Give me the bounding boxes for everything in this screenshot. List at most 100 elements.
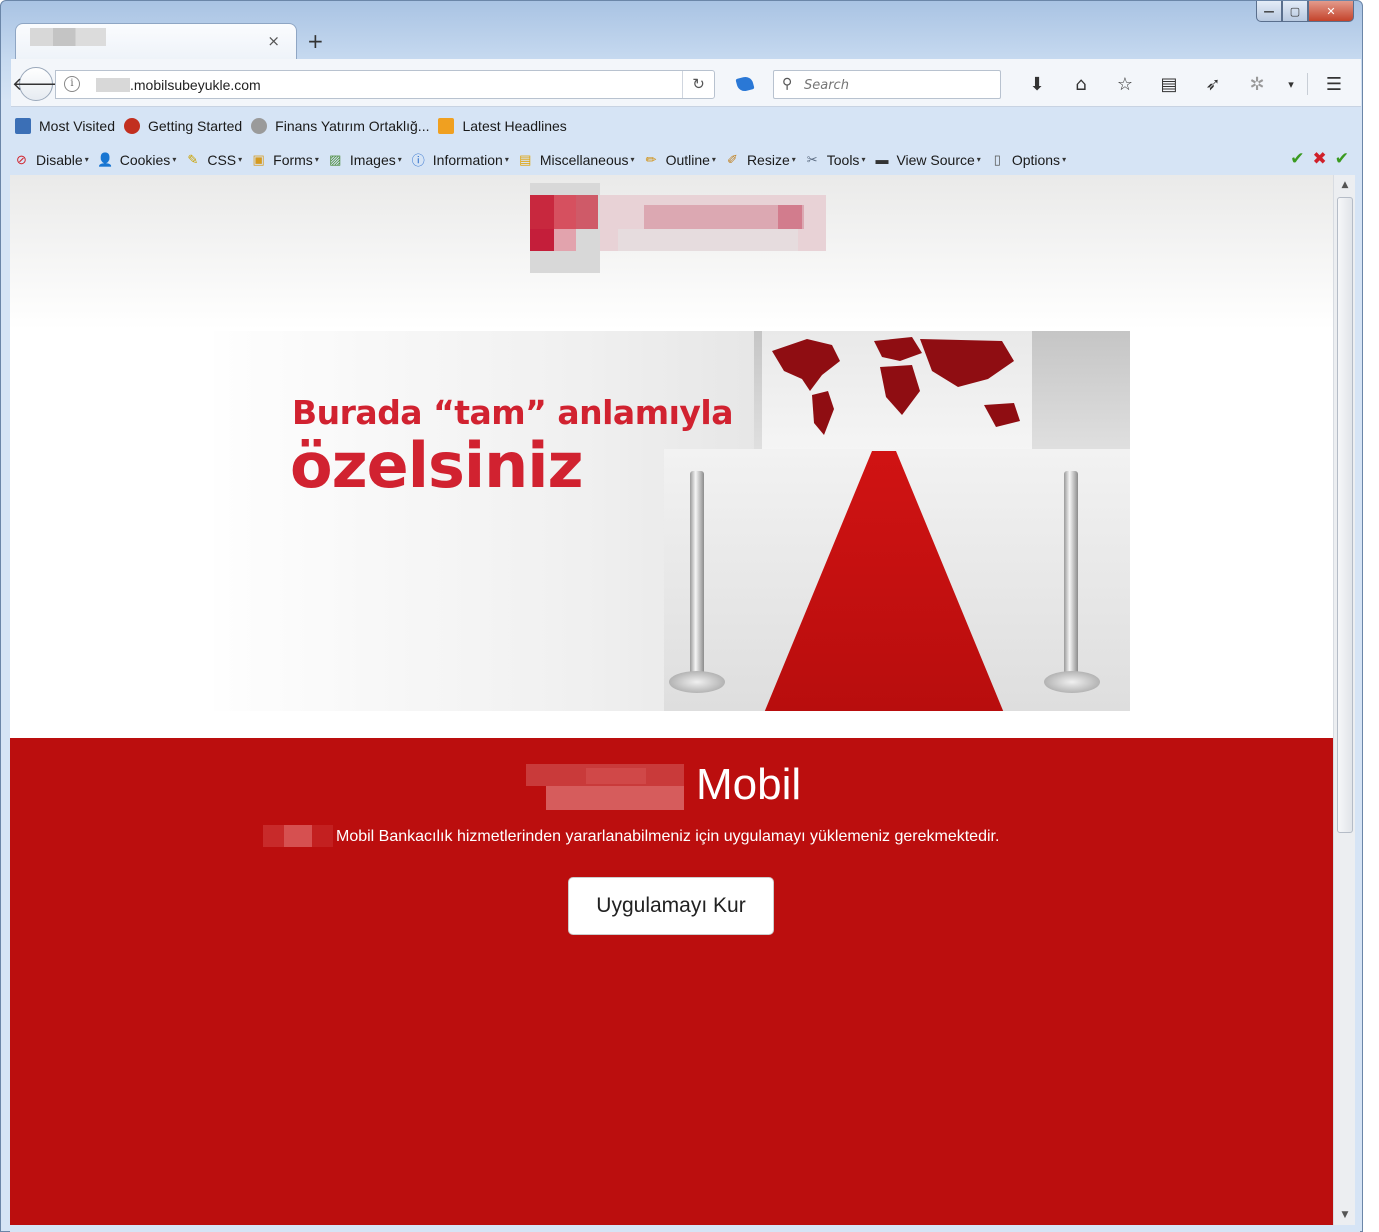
most-visited-icon: [15, 118, 31, 134]
menu-forms[interactable]: ▣ Forms ▾: [250, 151, 319, 168]
search-bar[interactable]: ⚲: [773, 70, 1001, 99]
url-text: .mobilsubeyukle.com: [130, 77, 261, 93]
banner-headline-line1: Burada “tam” anlamıyla: [292, 393, 734, 432]
chevron-down-icon: ▾: [791, 155, 796, 164]
menu-view-source[interactable]: ▬ View Source ▾: [873, 151, 980, 168]
install-app-button[interactable]: Uygulamayı Kur: [568, 877, 774, 935]
menu-miscellaneous[interactable]: ▤ Miscellaneous ▾: [517, 151, 634, 168]
menu-images[interactable]: ▨ Images ▾: [327, 151, 402, 168]
browser-tab[interactable]: ×: [15, 23, 297, 59]
close-window-button[interactable]: ✕: [1308, 1, 1354, 22]
menu-resize[interactable]: ✐ Resize ▾: [724, 151, 796, 168]
app-install-section: Mobil Mobil Bankacılık hizmetlerinden ya…: [10, 738, 1333, 1225]
validation-status: ✔ ✖ ✔: [1290, 149, 1349, 169]
site-info-icon[interactable]: i: [64, 76, 80, 92]
home-icon[interactable]: ⌂: [1059, 74, 1103, 95]
menu-label: Options: [1011, 151, 1061, 168]
chevron-down-icon: ▾: [172, 155, 177, 164]
cookies-icon: 👤: [97, 151, 114, 167]
url-redacted: [96, 78, 130, 92]
bookmark-finans[interactable]: Finans Yatırım Ortaklığ...: [251, 118, 429, 134]
web-developer-toolbar: ⊘ Disable ▾ 👤 Cookies ▾ ✎ CSS ▾ ▣ Forms ▾ ▨ Image…: [11, 143, 1361, 176]
chevron-down-icon: ▾: [1062, 155, 1067, 164]
pocket-icon[interactable]: [735, 75, 755, 93]
bookmark-label: Latest Headlines: [462, 118, 567, 134]
bookmark-most-visited[interactable]: Most Visited: [15, 118, 115, 134]
send-icon[interactable]: ➶: [1191, 74, 1235, 95]
scroll-up-icon[interactable]: ▲: [1334, 175, 1356, 195]
search-icon: ⚲: [782, 76, 793, 92]
check-icon[interactable]: ✔: [1335, 149, 1349, 169]
navigation-bar: 🡐 i .mobilsubeyukle.com ↻ ⚲ ⬇ ⌂ ☆ ▤ ➶ ✲ …: [11, 59, 1361, 107]
information-icon: ⓘ: [411, 153, 425, 168]
menu-label: Cookies: [119, 151, 171, 168]
chevron-down-icon: ▾: [238, 155, 243, 164]
menu-icon[interactable]: ☰: [1312, 74, 1356, 95]
url-bar[interactable]: i .mobilsubeyukle.com ↻: [55, 70, 715, 99]
title-bar: — ▢ ✕ × +: [1, 1, 1362, 59]
vertical-scrollbar[interactable]: ▲ ▼: [1333, 175, 1355, 1225]
toolbar-icons: ⬇ ⌂ ☆ ▤ ➶ ✲ ▾ ☰: [1015, 69, 1356, 99]
globe-icon: [251, 118, 268, 134]
world-map-image: [772, 337, 1020, 435]
menu-label: Resize: [746, 151, 790, 168]
install-info-text: Mobil Bankacılık hizmetlerinden yararlan…: [336, 828, 1000, 845]
page-viewport: Burada “tam” anlamıyla özelsiniz Mobil M…: [10, 175, 1333, 1225]
scroll-thumb[interactable]: [1337, 197, 1353, 833]
reading-list-icon[interactable]: ▤: [1147, 74, 1191, 95]
menu-disable[interactable]: ⊘ Disable ▾: [13, 151, 89, 168]
options-icon: ▯: [993, 151, 1001, 167]
chevron-down-icon: ▾: [976, 155, 981, 164]
menu-label: Tools: [826, 151, 860, 168]
maximize-button[interactable]: ▢: [1282, 1, 1308, 22]
stanchion-right-base: [1044, 671, 1100, 693]
menu-label: Information: [432, 151, 503, 168]
stanchion-right: [1064, 471, 1078, 681]
menu-label: Miscellaneous: [539, 151, 629, 168]
menu-label: Outline: [665, 151, 710, 168]
hero-banner: Burada “tam” anlamıyla özelsiniz: [214, 331, 1130, 711]
css-icon: ✎: [187, 151, 199, 167]
bookmark-star-icon[interactable]: ☆: [1103, 74, 1147, 95]
menu-cookies[interactable]: 👤 Cookies ▾: [97, 151, 177, 168]
extension-icon[interactable]: ✲: [1235, 74, 1279, 95]
toolbar-divider: [1307, 73, 1308, 95]
error-icon[interactable]: ✖: [1313, 149, 1327, 169]
tab-close-icon[interactable]: ×: [267, 32, 280, 50]
menu-information[interactable]: ⓘ Information ▾: [410, 151, 509, 169]
menu-css[interactable]: ✎ CSS ▾: [184, 151, 242, 168]
forms-icon: ▣: [252, 151, 265, 167]
chevron-down-icon: ▾: [711, 155, 716, 164]
chevron-down-icon[interactable]: ▾: [1279, 78, 1303, 91]
tab-title-redacted: [30, 28, 106, 46]
new-tab-button[interactable]: +: [307, 29, 324, 53]
bookmark-label: Finans Yatırım Ortaklığ...: [275, 118, 430, 134]
stanchion-left: [690, 471, 704, 681]
chevron-down-icon: ▾: [314, 155, 319, 164]
chevron-down-icon: ▾: [84, 155, 89, 164]
miscellaneous-icon: ▤: [519, 151, 532, 167]
check-icon[interactable]: ✔: [1290, 149, 1304, 169]
tools-icon: ✂: [806, 151, 818, 167]
bookmark-getting-started[interactable]: Getting Started: [124, 118, 242, 134]
view-source-icon: ▬: [875, 152, 889, 167]
minimize-button[interactable]: —: [1256, 1, 1282, 22]
stanchion-left-base: [669, 671, 725, 693]
bookmarks-bar: Most Visited Getting Started Finans Yatı…: [11, 109, 1361, 143]
back-arrow-icon: 🡐: [11, 73, 61, 95]
disable-icon: ⊘: [16, 151, 27, 167]
logo-redacted: [508, 183, 826, 273]
back-button[interactable]: 🡐: [12, 67, 60, 101]
reload-button[interactable]: ↻: [682, 71, 714, 98]
chevron-down-icon: ▾: [504, 155, 509, 164]
page-header: [10, 175, 1333, 330]
search-input[interactable]: [804, 75, 994, 95]
download-icon[interactable]: ⬇: [1015, 74, 1059, 95]
window-controls: — ▢ ✕: [1256, 1, 1354, 23]
scroll-down-icon[interactable]: ▼: [1334, 1205, 1356, 1225]
bookmark-latest-headlines[interactable]: Latest Headlines: [438, 118, 567, 134]
section-title: Mobil: [696, 760, 802, 809]
menu-options[interactable]: ▯ Options ▾: [989, 151, 1066, 168]
menu-outline[interactable]: ✏ Outline ▾: [643, 151, 716, 168]
menu-tools[interactable]: ✂ Tools ▾: [804, 151, 866, 168]
